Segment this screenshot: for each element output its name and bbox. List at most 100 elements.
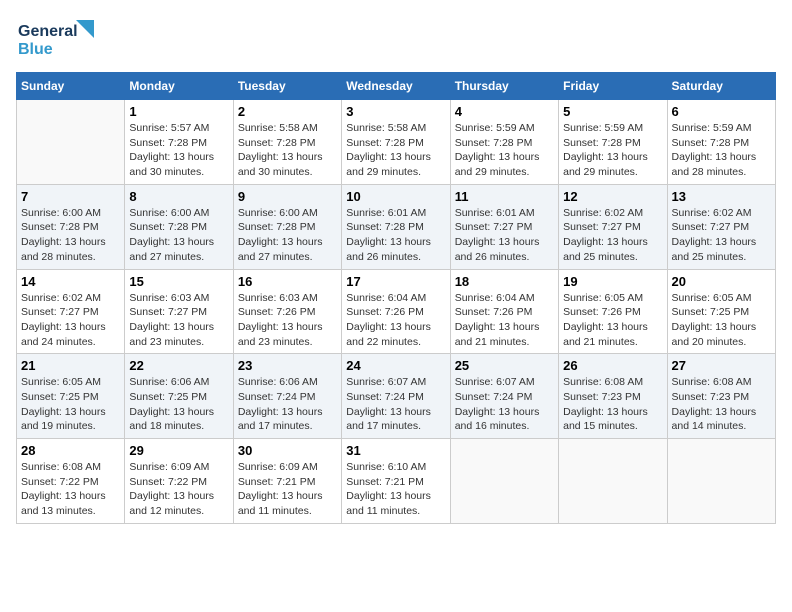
day-number: 3 <box>346 104 445 119</box>
day-info: Sunrise: 5:59 AMSunset: 7:28 PMDaylight:… <box>672 121 771 180</box>
calendar-cell: 28 Sunrise: 6:08 AMSunset: 7:22 PMDayligh… <box>17 439 125 524</box>
day-info: Sunrise: 6:00 AMSunset: 7:28 PMDaylight:… <box>21 206 120 265</box>
day-info: Sunrise: 6:00 AMSunset: 7:28 PMDaylight:… <box>129 206 228 265</box>
calendar-cell: 3 Sunrise: 5:58 AMSunset: 7:28 PMDaylight… <box>342 100 450 185</box>
day-info: Sunrise: 6:05 AMSunset: 7:25 PMDaylight:… <box>21 375 120 434</box>
logo-svg: GeneralBlue <box>16 16 96 60</box>
day-info: Sunrise: 6:02 AMSunset: 7:27 PMDaylight:… <box>672 206 771 265</box>
day-number: 29 <box>129 443 228 458</box>
day-info: Sunrise: 5:58 AMSunset: 7:28 PMDaylight:… <box>346 121 445 180</box>
day-info: Sunrise: 6:06 AMSunset: 7:24 PMDaylight:… <box>238 375 337 434</box>
calendar-cell <box>559 439 667 524</box>
day-header-friday: Friday <box>559 73 667 100</box>
calendar-cell: 5Sunrise: 5:59 AMSunset: 7:28 PMDaylight… <box>559 100 667 185</box>
calendar-cell: 26 Sunrise: 6:08 AMSunset: 7:23 PMDayligh… <box>559 354 667 439</box>
calendar-cell: 7Sunrise: 6:00 AMSunset: 7:28 PMDaylight… <box>17 184 125 269</box>
day-info: Sunrise: 6:04 AMSunset: 7:26 PMDaylight:… <box>346 291 445 350</box>
calendar-cell <box>667 439 775 524</box>
calendar-cell: 4 Sunrise: 5:59 AMSunset: 7:28 PMDaylight… <box>450 100 558 185</box>
day-number: 27 <box>672 358 771 373</box>
day-header-wednesday: Wednesday <box>342 73 450 100</box>
calendar-cell: 8 Sunrise: 6:00 AMSunset: 7:28 PMDaylight… <box>125 184 233 269</box>
day-number: 30 <box>238 443 337 458</box>
calendar-week-row: 14 Sunrise: 6:02 AMSunset: 7:27 PMDayligh… <box>17 269 776 354</box>
day-info: Sunrise: 6:02 AMSunset: 7:27 PMDaylight:… <box>21 291 120 350</box>
day-number: 4 <box>455 104 554 119</box>
day-number: 15 <box>129 274 228 289</box>
svg-text:Blue: Blue <box>18 41 53 58</box>
day-number: 2 <box>238 104 337 119</box>
calendar-week-row: 21 Sunrise: 6:05 AMSunset: 7:25 PMDayligh… <box>17 354 776 439</box>
day-info: Sunrise: 6:08 AMSunset: 7:23 PMDaylight:… <box>563 375 662 434</box>
day-info: Sunrise: 6:09 AMSunset: 7:21 PMDaylight:… <box>238 460 337 519</box>
calendar-cell: 1 Sunrise: 5:57 AMSunset: 7:28 PMDaylight… <box>125 100 233 185</box>
day-number: 14 <box>21 274 120 289</box>
day-info: Sunrise: 6:09 AMSunset: 7:22 PMDaylight:… <box>129 460 228 519</box>
day-number: 22 <box>129 358 228 373</box>
day-number: 28 <box>21 443 120 458</box>
calendar-cell: 6 Sunrise: 5:59 AMSunset: 7:28 PMDaylight… <box>667 100 775 185</box>
calendar-cell: 14 Sunrise: 6:02 AMSunset: 7:27 PMDayligh… <box>17 269 125 354</box>
calendar-cell: 22 Sunrise: 6:06 AMSunset: 7:25 PMDayligh… <box>125 354 233 439</box>
calendar-cell: 31Sunrise: 6:10 AMSunset: 7:21 PMDayligh… <box>342 439 450 524</box>
day-number: 6 <box>672 104 771 119</box>
day-header-sunday: Sunday <box>17 73 125 100</box>
day-number: 9 <box>238 189 337 204</box>
svg-text:General: General <box>18 23 78 40</box>
day-number: 17 <box>346 274 445 289</box>
day-info: Sunrise: 6:04 AMSunset: 7:26 PMDaylight:… <box>455 291 554 350</box>
calendar-cell <box>17 100 125 185</box>
calendar-cell: 18Sunrise: 6:04 AMSunset: 7:26 PMDayligh… <box>450 269 558 354</box>
day-number: 24 <box>346 358 445 373</box>
logo: GeneralBlue <box>16 16 96 60</box>
calendar-cell: 27 Sunrise: 6:08 AMSunset: 7:23 PMDayligh… <box>667 354 775 439</box>
day-info: Sunrise: 6:02 AMSunset: 7:27 PMDaylight:… <box>563 206 662 265</box>
day-info: Sunrise: 6:07 AMSunset: 7:24 PMDaylight:… <box>346 375 445 434</box>
calendar-cell: 29 Sunrise: 6:09 AMSunset: 7:22 PMDayligh… <box>125 439 233 524</box>
day-header-tuesday: Tuesday <box>233 73 341 100</box>
day-info: Sunrise: 6:08 AMSunset: 7:23 PMDaylight:… <box>672 375 771 434</box>
day-info: Sunrise: 6:08 AMSunset: 7:22 PMDaylight:… <box>21 460 120 519</box>
calendar-cell: 30 Sunrise: 6:09 AMSunset: 7:21 PMDayligh… <box>233 439 341 524</box>
calendar-cell: 11 Sunrise: 6:01 AMSunset: 7:27 PMDayligh… <box>450 184 558 269</box>
calendar-cell: 17 Sunrise: 6:04 AMSunset: 7:26 PMDayligh… <box>342 269 450 354</box>
calendar-cell: 12 Sunrise: 6:02 AMSunset: 7:27 PMDayligh… <box>559 184 667 269</box>
day-number: 13 <box>672 189 771 204</box>
day-info: Sunrise: 5:59 AMSunset: 7:28 PMDaylight:… <box>455 121 554 180</box>
day-number: 8 <box>129 189 228 204</box>
day-info: Sunrise: 6:01 AMSunset: 7:27 PMDaylight:… <box>455 206 554 265</box>
day-number: 1 <box>129 104 228 119</box>
calendar-table: SundayMondayTuesdayWednesdayThursdayFrid… <box>16 72 776 524</box>
day-number: 19 <box>563 274 662 289</box>
calendar-cell: 9 Sunrise: 6:00 AMSunset: 7:28 PMDaylight… <box>233 184 341 269</box>
day-number: 11 <box>455 189 554 204</box>
day-header-monday: Monday <box>125 73 233 100</box>
day-number: 21 <box>21 358 120 373</box>
day-number: 5 <box>563 104 662 119</box>
day-info: Sunrise: 6:05 AMSunset: 7:25 PMDaylight:… <box>672 291 771 350</box>
calendar-cell: 2 Sunrise: 5:58 AMSunset: 7:28 PMDaylight… <box>233 100 341 185</box>
day-number: 12 <box>563 189 662 204</box>
calendar-week-row: 28 Sunrise: 6:08 AMSunset: 7:22 PMDayligh… <box>17 439 776 524</box>
calendar-cell: 21 Sunrise: 6:05 AMSunset: 7:25 PMDayligh… <box>17 354 125 439</box>
day-info: Sunrise: 6:07 AMSunset: 7:24 PMDaylight:… <box>455 375 554 434</box>
day-info: Sunrise: 5:57 AMSunset: 7:28 PMDaylight:… <box>129 121 228 180</box>
day-number: 20 <box>672 274 771 289</box>
calendar-header-row: SundayMondayTuesdayWednesdayThursdayFrid… <box>17 73 776 100</box>
day-number: 16 <box>238 274 337 289</box>
calendar-cell: 23 Sunrise: 6:06 AMSunset: 7:24 PMDayligh… <box>233 354 341 439</box>
day-number: 25 <box>455 358 554 373</box>
day-info: Sunrise: 6:10 AMSunset: 7:21 PMDaylight:… <box>346 460 445 519</box>
calendar-cell: 20 Sunrise: 6:05 AMSunset: 7:25 PMDayligh… <box>667 269 775 354</box>
calendar-cell: 24 Sunrise: 6:07 AMSunset: 7:24 PMDayligh… <box>342 354 450 439</box>
day-number: 26 <box>563 358 662 373</box>
day-number: 23 <box>238 358 337 373</box>
day-info: Sunrise: 5:58 AMSunset: 7:28 PMDaylight:… <box>238 121 337 180</box>
calendar-cell: 13 Sunrise: 6:02 AMSunset: 7:27 PMDayligh… <box>667 184 775 269</box>
day-info: Sunrise: 6:00 AMSunset: 7:28 PMDaylight:… <box>238 206 337 265</box>
day-info: Sunrise: 6:06 AMSunset: 7:25 PMDaylight:… <box>129 375 228 434</box>
day-info: Sunrise: 6:01 AMSunset: 7:28 PMDaylight:… <box>346 206 445 265</box>
day-header-thursday: Thursday <box>450 73 558 100</box>
calendar-cell: 16Sunrise: 6:03 AMSunset: 7:26 PMDayligh… <box>233 269 341 354</box>
calendar-week-row: 1 Sunrise: 5:57 AMSunset: 7:28 PMDaylight… <box>17 100 776 185</box>
